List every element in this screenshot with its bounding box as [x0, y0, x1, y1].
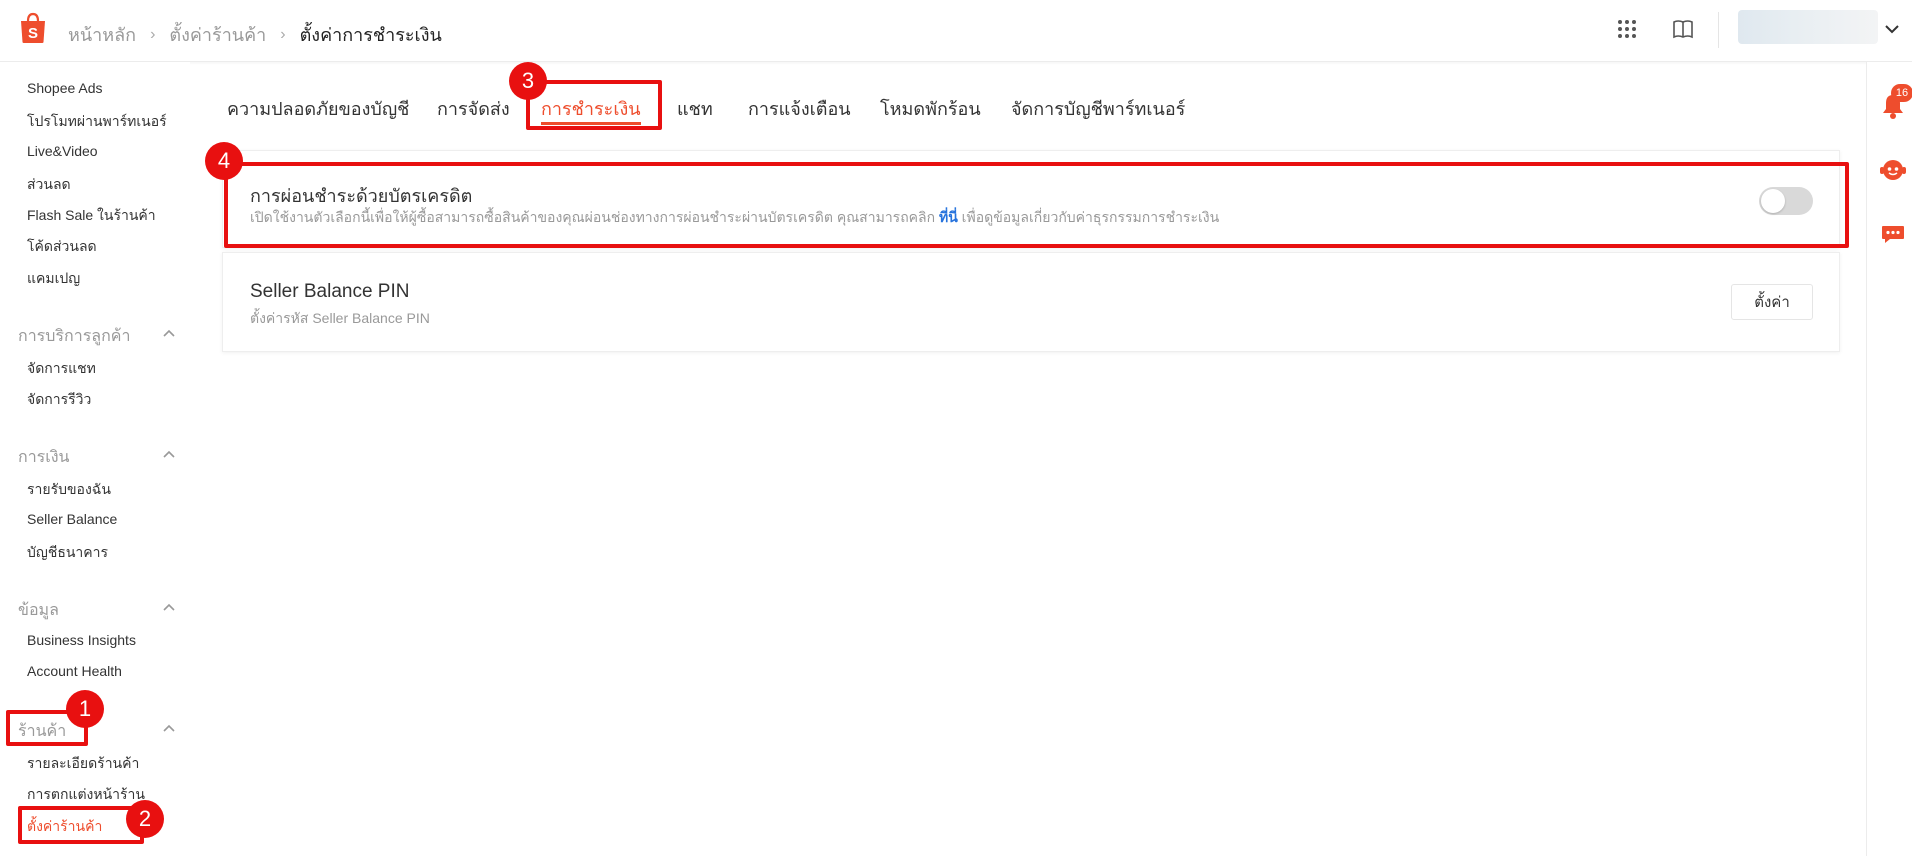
sidebar-item-seller-balance[interactable]: Seller Balance: [27, 511, 117, 527]
sidebar-group-finance[interactable]: การเงิน: [18, 445, 69, 470]
annotation-marker-3: 3: [509, 62, 547, 100]
tab-partner-accounts[interactable]: จัดการบัญชีพาร์ทเนอร์: [1011, 94, 1185, 123]
chevron-up-icon[interactable]: [162, 447, 176, 461]
notification-badge: 16: [1891, 84, 1912, 102]
annotation-box-2: [18, 806, 144, 844]
sidebar-item-voucher[interactable]: โค้ดส่วนลด: [27, 236, 97, 258]
tab-vacation-mode[interactable]: โหมดพักร้อน: [880, 94, 981, 123]
sidebar-item-discount[interactable]: ส่วนลด: [27, 174, 71, 196]
sidebar-item-chat[interactable]: จัดการแชท: [27, 358, 96, 380]
sidebar-item-account-health[interactable]: Account Health: [27, 663, 122, 679]
breadcrumb: หน้าหลัก › ตั้งค่าร้านค้า › ตั้งค่าการชำ…: [68, 20, 442, 49]
top-bar: S หน้าหลัก › ตั้งค่าร้านค้า › ตั้งค่าการ…: [0, 0, 1912, 62]
sidebar-group-data[interactable]: ข้อมูล: [18, 598, 59, 623]
tab-shipping[interactable]: การจัดส่ง: [437, 94, 510, 123]
support-bot-icon[interactable]: [1879, 156, 1907, 189]
sidebar-item-campaign[interactable]: แคมเปญ: [27, 268, 80, 290]
sidebar-group-customer-service[interactable]: การบริการลูกค้า: [18, 324, 130, 349]
chevron-down-icon[interactable]: [1884, 22, 1900, 40]
chevron-up-icon[interactable]: [162, 326, 176, 340]
book-icon[interactable]: [1672, 18, 1696, 42]
sidebar-item-live-video[interactable]: Live&Video: [27, 143, 98, 159]
seller-pin-title: Seller Balance PIN: [250, 281, 410, 302]
breadcrumb-payment-settings: ตั้งค่าการชำระเงิน: [299, 25, 442, 45]
chat-icon[interactable]: [1880, 222, 1906, 251]
chevron-right-icon: ›: [150, 25, 156, 43]
sidebar-item-shop-decoration[interactable]: การตกแต่งหน้าร้าน: [27, 784, 145, 806]
chevron-up-icon[interactable]: [162, 600, 176, 614]
chevron-right-icon: ›: [280, 25, 286, 43]
sidebar-item-shop-details[interactable]: รายละเอียดร้านค้า: [27, 753, 139, 775]
sidebar-item-flash-sale[interactable]: Flash Sale ในร้านค้า: [27, 205, 156, 227]
svg-text:S: S: [28, 25, 38, 42]
tab-chat[interactable]: แชท: [677, 94, 713, 123]
annotation-box-3: [526, 80, 662, 130]
chevron-up-icon[interactable]: [162, 721, 176, 735]
shopee-logo-icon[interactable]: S: [18, 12, 48, 44]
apps-grid-icon[interactable]: [1616, 18, 1640, 42]
breadcrumb-home[interactable]: หน้าหลัก: [68, 20, 136, 49]
sidebar-item-partner-promo[interactable]: โปรโมทผ่านพาร์ทเนอร์: [27, 111, 167, 133]
sidebar-item-shopee-ads[interactable]: Shopee Ads: [27, 80, 103, 96]
sidebar-item-income[interactable]: รายรับของฉัน: [27, 479, 111, 501]
header-divider: [1718, 12, 1719, 48]
tab-account-security[interactable]: ความปลอดภัยของบัญชี: [227, 94, 409, 123]
sidebar-item-business-insights[interactable]: Business Insights: [27, 632, 136, 648]
breadcrumb-shop-settings[interactable]: ตั้งค่าร้านค้า: [169, 20, 266, 49]
seller-pin-card: Seller Balance PIN ตั้งค่ารหัส Seller Ba…: [222, 252, 1840, 352]
sidebar-item-bank-account[interactable]: บัญชีธนาคาร: [27, 542, 108, 564]
annotation-marker-4: 4: [205, 142, 243, 180]
sidebar-item-reviews[interactable]: จัดการรีวิว: [27, 389, 91, 411]
seller-pin-setup-button[interactable]: ตั้งค่า: [1731, 284, 1813, 320]
user-account-avatar[interactable]: [1738, 10, 1878, 44]
tab-notifications[interactable]: การแจ้งเตือน: [748, 94, 851, 123]
annotation-marker-1: 1: [66, 690, 104, 728]
annotation-box-4: [224, 162, 1849, 248]
seller-pin-description: ตั้งค่ารหัส Seller Balance PIN: [250, 310, 430, 326]
annotation-marker-2: 2: [126, 800, 164, 838]
